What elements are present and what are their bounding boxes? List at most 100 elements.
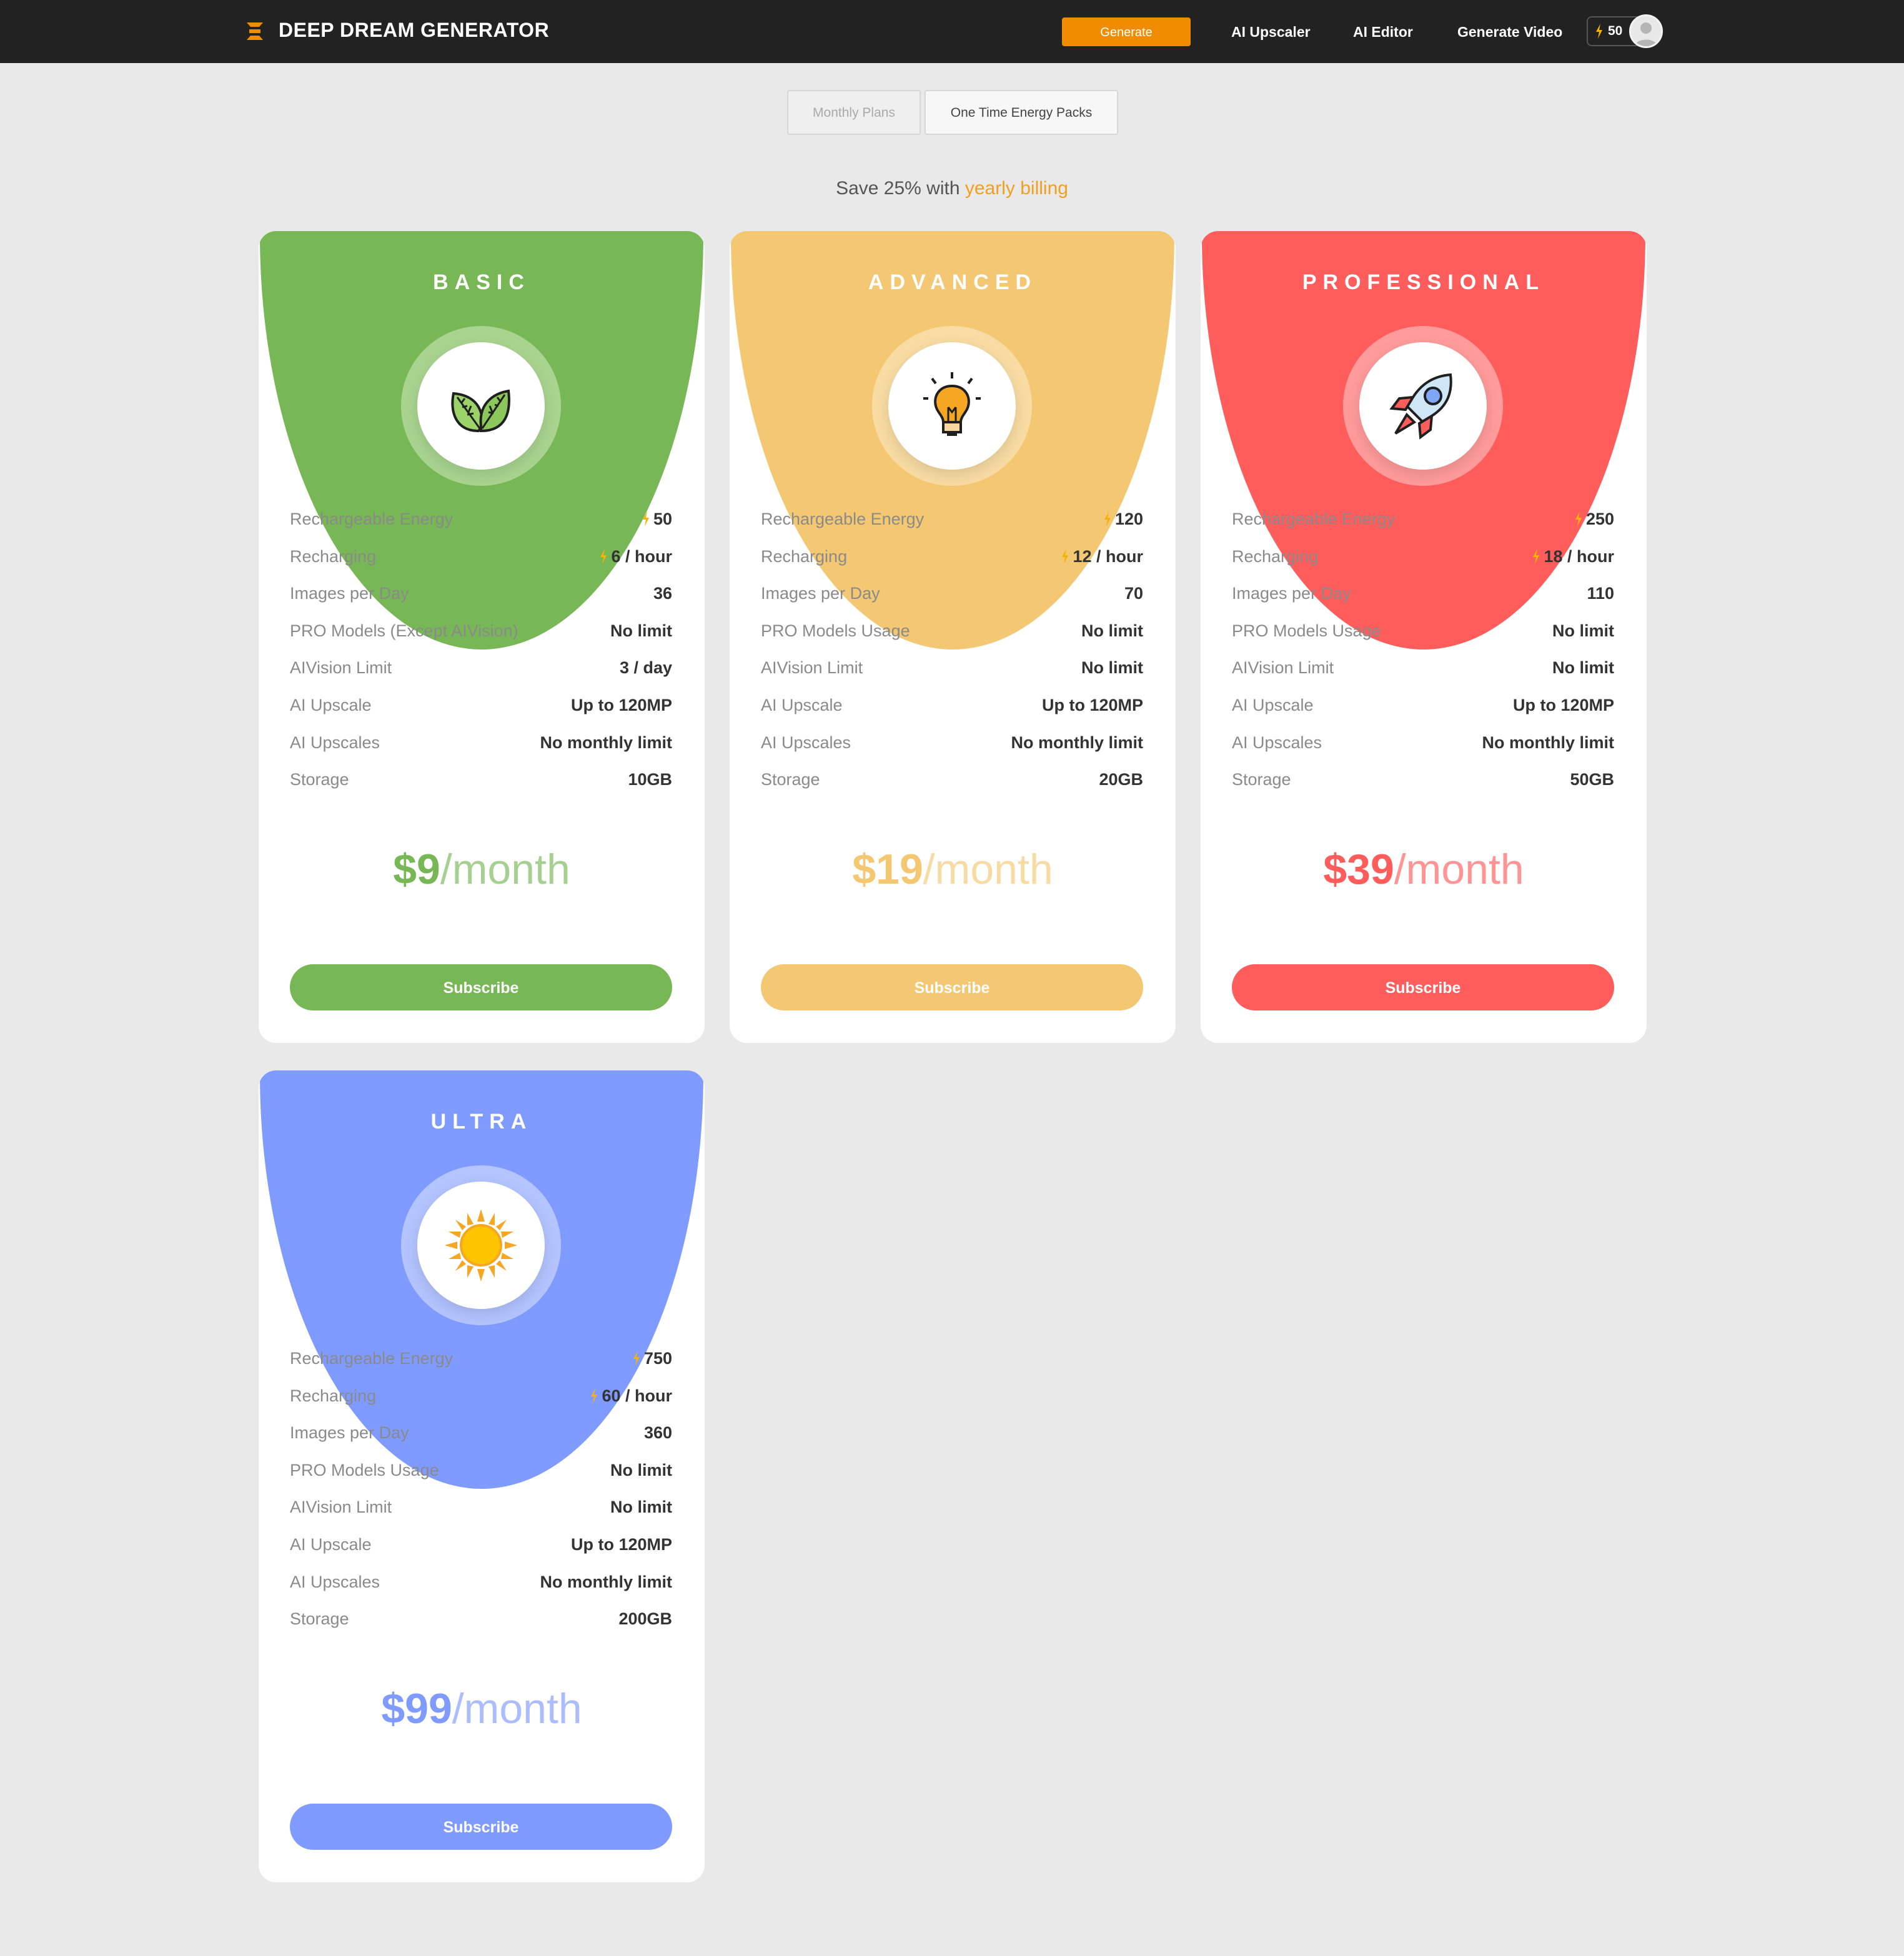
- price-period: /month: [923, 846, 1053, 893]
- plan-features: Rechargeable Energy 750 Recharging 60 / …: [290, 1340, 672, 1638]
- feature-value: No limit: [610, 1489, 672, 1526]
- plan-card-advanced: ADVANCED Rechargeable Energy 120 Recharg…: [730, 231, 1176, 1043]
- plan-feature-row: Recharging 12 / hour: [761, 538, 1143, 576]
- feature-value: No limit: [1081, 613, 1143, 650]
- plan-feature-row: Images per Day 110: [1232, 575, 1614, 613]
- feature-value-text: No limit: [1552, 658, 1614, 678]
- plan-icon-circle: [417, 342, 545, 470]
- plan-feature-row: Rechargeable Energy 750: [290, 1340, 672, 1378]
- plan-feature-row: AI Upscales No monthly limit: [290, 724, 672, 762]
- nav-ai-editor[interactable]: AI Editor: [1353, 17, 1413, 46]
- plan-feature-row: AIVision Limit No limit: [1232, 650, 1614, 687]
- feature-label: AI Upscales: [1232, 733, 1322, 752]
- feature-label: Images per Day: [290, 584, 409, 603]
- tab-one-time-energy-packs[interactable]: One Time Energy Packs: [925, 90, 1118, 135]
- feature-value: No limit: [1081, 650, 1143, 687]
- feature-value-text: No limit: [610, 621, 672, 640]
- plan-feature-row: AIVision Limit No limit: [761, 650, 1143, 687]
- bolt-icon: [642, 511, 649, 526]
- nav-generate-video[interactable]: Generate Video: [1457, 17, 1562, 46]
- price-period: /month: [440, 846, 570, 893]
- price-period: /month: [1394, 846, 1524, 893]
- feature-label: AI Upscale: [290, 1534, 372, 1554]
- plan-feature-row: AIVision Limit 3 / day: [290, 650, 672, 687]
- feature-value: 20GB: [1099, 761, 1143, 799]
- feature-value-text: 360: [643, 1423, 672, 1443]
- plan-feature-row: Rechargeable Energy 250: [1232, 501, 1614, 538]
- energy-count: 50: [1608, 24, 1623, 38]
- feature-value-text: No monthly limit: [1011, 733, 1144, 752]
- plan-feature-row: AI Upscale Up to 120MP: [290, 687, 672, 724]
- bolt-icon: [1575, 511, 1582, 526]
- feature-value-text: 36: [653, 584, 672, 603]
- feature-value: No monthly limit: [540, 1564, 673, 1601]
- subscribe-button[interactable]: Subscribe: [290, 964, 672, 1010]
- brand-name[interactable]: DEEP DREAM GENERATOR: [279, 17, 549, 42]
- generate-button[interactable]: Generate: [1062, 17, 1191, 46]
- feature-value-text: 10GB: [628, 770, 672, 789]
- feature-value-text: 70: [1124, 584, 1143, 603]
- nav-ai-upscaler[interactable]: AI Upscaler: [1231, 17, 1311, 46]
- plan-feature-row: AI Upscales No monthly limit: [1232, 724, 1614, 762]
- plan-feature-row: PRO Models Usage No limit: [1232, 613, 1614, 650]
- price-period: /month: [452, 1685, 582, 1732]
- feature-label: AIVision Limit: [290, 1498, 392, 1517]
- plan-price: $99/month: [259, 1682, 705, 1735]
- feature-value: Up to 120MP: [571, 687, 672, 724]
- feature-label: Rechargeable Energy: [290, 1349, 454, 1368]
- feature-label: AI Upscale: [1232, 695, 1314, 714]
- feature-label: Storage: [290, 770, 349, 789]
- plan-card-professional: PROFESSIONAL Rechargeable Energy 250 Rec…: [1201, 231, 1647, 1043]
- top-nav: DEEP DREAM GENERATOR Generate AI Upscale…: [0, 0, 1904, 63]
- bolt-icon: [1104, 511, 1111, 526]
- plan-features: Rechargeable Energy 250 Recharging 18 / …: [1232, 501, 1614, 799]
- feature-value-text: 12 / hour: [1073, 546, 1143, 566]
- plan-feature-row: Recharging 18 / hour: [1232, 538, 1614, 576]
- plan-card-basic: BASIC Rechargeable Energy 50 Recharging …: [259, 231, 705, 1043]
- subscribe-button[interactable]: Subscribe: [1232, 964, 1614, 1010]
- tab-monthly-plans[interactable]: Monthly Plans: [787, 90, 921, 135]
- feature-label: AI Upscale: [290, 695, 372, 714]
- feature-value-text: 6 / hour: [611, 546, 672, 566]
- subscribe-button[interactable]: Subscribe: [761, 964, 1143, 1010]
- logo-icon[interactable]: [245, 21, 265, 41]
- lightbulb-icon: [923, 372, 981, 436]
- plan-feature-row: Images per Day 360: [290, 1415, 672, 1452]
- feature-label: Recharging: [1232, 546, 1319, 566]
- plan-feature-row: AIVision Limit No limit: [290, 1489, 672, 1526]
- feature-value-text: No monthly limit: [540, 733, 673, 752]
- feature-value-text: No limit: [610, 1498, 672, 1517]
- feature-value: 110: [1587, 575, 1614, 613]
- feature-value-text: 60 / hour: [602, 1386, 672, 1405]
- plan-feature-row: PRO Models Usage No limit: [761, 613, 1143, 650]
- feature-value-text: No monthly limit: [540, 1572, 673, 1591]
- feature-value-text: 250: [1585, 510, 1614, 528]
- plan-icon-circle: [1359, 342, 1487, 470]
- feature-label: AIVision Limit: [761, 658, 863, 678]
- feature-value: No limit: [610, 1452, 672, 1489]
- feature-value: 200GB: [618, 1601, 672, 1638]
- plan-feature-row: Recharging 6 / hour: [290, 538, 672, 576]
- feature-value: No monthly limit: [1482, 724, 1615, 762]
- price-amount: $9: [393, 846, 440, 893]
- plan-feature-row: Storage 20GB: [761, 761, 1143, 799]
- plan-feature-row: Images per Day 36: [290, 575, 672, 613]
- plan-title: BASIC: [433, 270, 530, 294]
- bolt-icon: [591, 1388, 598, 1403]
- plan-price: $9/month: [259, 843, 705, 896]
- yearly-billing-notice: Save 25% with yearly billing: [0, 176, 1904, 201]
- feature-value: 60 / hour: [590, 1378, 672, 1415]
- feature-label: Recharging: [290, 546, 377, 566]
- feature-value-text: Up to 120MP: [1512, 695, 1614, 714]
- feature-label: AI Upscale: [761, 695, 843, 714]
- feature-value: Up to 120MP: [1042, 687, 1143, 724]
- plan-feature-row: Storage 200GB: [290, 1601, 672, 1638]
- yearly-billing-link[interactable]: yearly billing: [965, 178, 1068, 199]
- feature-value-text: 120: [1114, 510, 1143, 528]
- feature-value-text: No limit: [1552, 621, 1614, 640]
- feature-value-text: No limit: [610, 1460, 672, 1479]
- plan-feature-row: AI Upscale Up to 120MP: [290, 1526, 672, 1564]
- subscribe-button[interactable]: Subscribe: [290, 1804, 672, 1850]
- avatar[interactable]: [1629, 14, 1663, 48]
- price-amount: $99: [381, 1685, 452, 1732]
